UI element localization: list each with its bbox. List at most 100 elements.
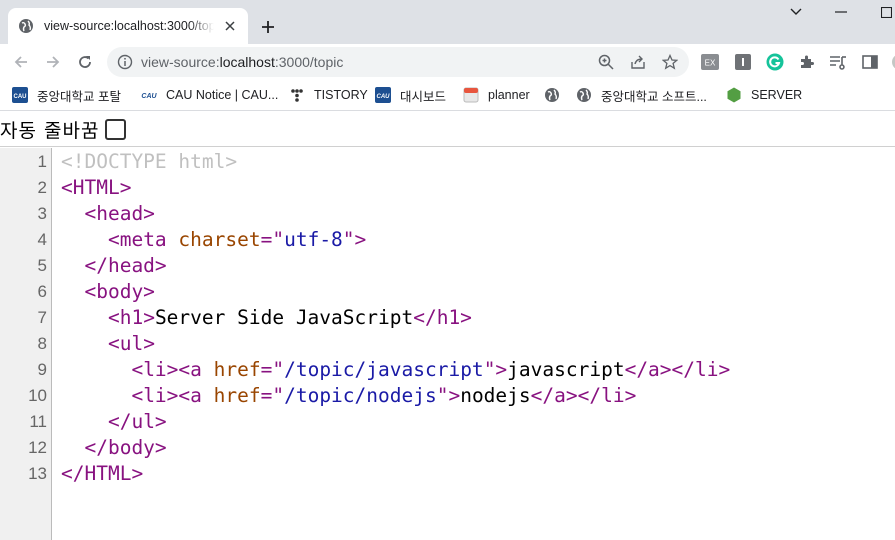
line-code: <meta charset="utf-8"> — [61, 227, 366, 253]
code-token: <meta — [107, 228, 179, 251]
source-line: 12 </body> — [0, 435, 895, 461]
source-line: 6 <body> — [0, 279, 895, 305]
code-token: "> — [342, 228, 367, 251]
globe-icon — [544, 87, 560, 103]
line-code: <HTML> — [61, 175, 131, 201]
line-code: </ul> — [61, 409, 167, 435]
source-line: 5 </head> — [0, 253, 895, 279]
code-token: charset — [178, 228, 261, 251]
address-bar[interactable]: view-source:localhost:3000/topic — [107, 47, 689, 77]
reload-button[interactable] — [73, 50, 97, 74]
new-tab-button[interactable] — [257, 16, 279, 38]
line-code: <li><a href="/topic/nodejs">nodejs</a></… — [61, 383, 636, 409]
code-token: "> — [436, 384, 461, 407]
profile-icon[interactable] — [886, 53, 895, 71]
code-token: <li><a — [131, 384, 214, 407]
code-token: href — [213, 358, 261, 381]
line-number: 6 — [37, 282, 47, 301]
source-line: 2 <HTML> — [0, 175, 895, 201]
extensions-puzzle-icon[interactable] — [798, 53, 816, 71]
globe-icon — [576, 87, 592, 103]
line-number: 13 — [28, 464, 47, 483]
source-line: 10 <li><a href="/topic/nodejs">nodejs</a… — [0, 383, 895, 409]
grammarly-icon[interactable] — [766, 53, 784, 71]
code-token: </h1> — [413, 306, 472, 329]
source-line: 11 </ul> — [0, 409, 895, 435]
line-number: 11 — [29, 412, 47, 431]
code-token: </ul> — [107, 410, 167, 433]
line-wrap-bar: 자동 줄바꿈 — [0, 113, 895, 147]
code-token: href — [213, 384, 261, 407]
line-number: 2 — [37, 178, 47, 197]
line-wrap-checkbox[interactable] — [105, 119, 127, 140]
code-token: Server Side JavaScript — [154, 306, 414, 329]
forward-button[interactable] — [41, 50, 65, 74]
code-token: <h1> — [107, 306, 155, 329]
code-token: =" — [260, 228, 285, 251]
tab-search-chevron-icon[interactable] — [786, 4, 806, 20]
code-token: "> — [483, 358, 508, 381]
code-token: utf-8 — [284, 228, 343, 251]
bookmark-cau-software[interactable]: 중앙대학교 소프트... — [576, 85, 707, 105]
code-token: <HTML> — [61, 176, 132, 199]
bookmark-cau-notice[interactable]: CAU CAU Notice | CAU... — [141, 85, 278, 105]
back-button[interactable] — [9, 50, 33, 74]
source-line: 1 <!DOCTYPE html> — [0, 149, 895, 175]
share-icon[interactable] — [629, 53, 647, 71]
maximize-button[interactable] — [876, 4, 895, 20]
reading-list-icon[interactable] — [829, 53, 847, 71]
line-number: 3 — [37, 204, 47, 223]
code-token: <!DOCTYPE html> — [61, 150, 238, 173]
bookmark-planner[interactable]: planner — [463, 85, 530, 105]
code-token: javascript — [507, 358, 625, 381]
side-panel-icon[interactable] — [861, 53, 879, 71]
line-wrap-label: 자동 줄바꿈 — [0, 120, 100, 142]
line-code: <!DOCTYPE html> — [61, 149, 237, 175]
source-link[interactable]: /topic/nodejs — [284, 384, 437, 407]
code-token: </head> — [84, 254, 167, 277]
line-code: </body> — [61, 435, 167, 461]
line-code: <li><a href="/topic/javascript">javascri… — [61, 357, 730, 383]
cau-icon: CAU — [141, 87, 157, 103]
svg-text:CAU: CAU — [141, 93, 157, 100]
bookmark-cau-portal[interactable]: CAU 중앙대학교 포탈 — [12, 85, 121, 105]
minimize-button[interactable] — [831, 4, 851, 20]
line-code: <ul> — [61, 331, 155, 357]
cau-icon: CAU — [12, 87, 28, 103]
extension-ex-icon[interactable]: EX — [701, 53, 719, 71]
source-line: 4 <meta charset="utf-8"> — [0, 227, 895, 253]
svg-text:CAU: CAU — [377, 94, 391, 100]
code-token: </HTML> — [61, 462, 144, 485]
code-token: <body> — [84, 280, 155, 303]
source-line: 3 <head> — [0, 201, 895, 227]
code-token: </body> — [84, 436, 167, 459]
bookmark-dashboard[interactable]: CAU 대시보드 — [375, 85, 446, 105]
line-number: 1 — [37, 152, 47, 171]
code-token: </a></li> — [624, 358, 731, 381]
line-number: 9 — [37, 360, 47, 379]
close-tab-icon[interactable] — [222, 18, 238, 34]
svg-text:CAU: CAU — [14, 94, 27, 100]
line-code: </HTML> — [61, 461, 143, 487]
line-code: <h1>Server Side JavaScript</h1> — [61, 305, 472, 331]
zoom-icon[interactable] — [597, 53, 615, 71]
line-code: </head> — [61, 253, 167, 279]
code-token: <ul> — [107, 332, 155, 355]
source-line: 9 <li><a href="/topic/javascript">javasc… — [0, 357, 895, 383]
source-link[interactable]: /topic/javascript — [284, 358, 484, 381]
browser-tab[interactable]: view-source:localhost:3000/topic — [8, 8, 248, 44]
source-line: 7 <h1>Server Side JavaScript</h1> — [0, 305, 895, 331]
svg-text:EX: EX — [705, 59, 716, 68]
bookmark-star-icon[interactable] — [661, 53, 679, 71]
tab-strip: view-source:localhost:3000/topic — [0, 0, 895, 44]
tistory-icon — [289, 87, 305, 103]
bookmark-tistory[interactable]: TISTORY — [289, 85, 368, 105]
line-number: 10 — [28, 386, 47, 405]
code-token: <li><a — [131, 358, 214, 381]
bookmark-server[interactable]: SERVER — [726, 85, 802, 105]
bookmark-globe[interactable] — [544, 85, 569, 105]
extension-info-icon[interactable] — [734, 53, 752, 71]
tab-title: view-source:localhost:3000/topic — [44, 19, 214, 33]
info-icon[interactable] — [117, 54, 133, 70]
line-number: 7 — [37, 308, 47, 327]
